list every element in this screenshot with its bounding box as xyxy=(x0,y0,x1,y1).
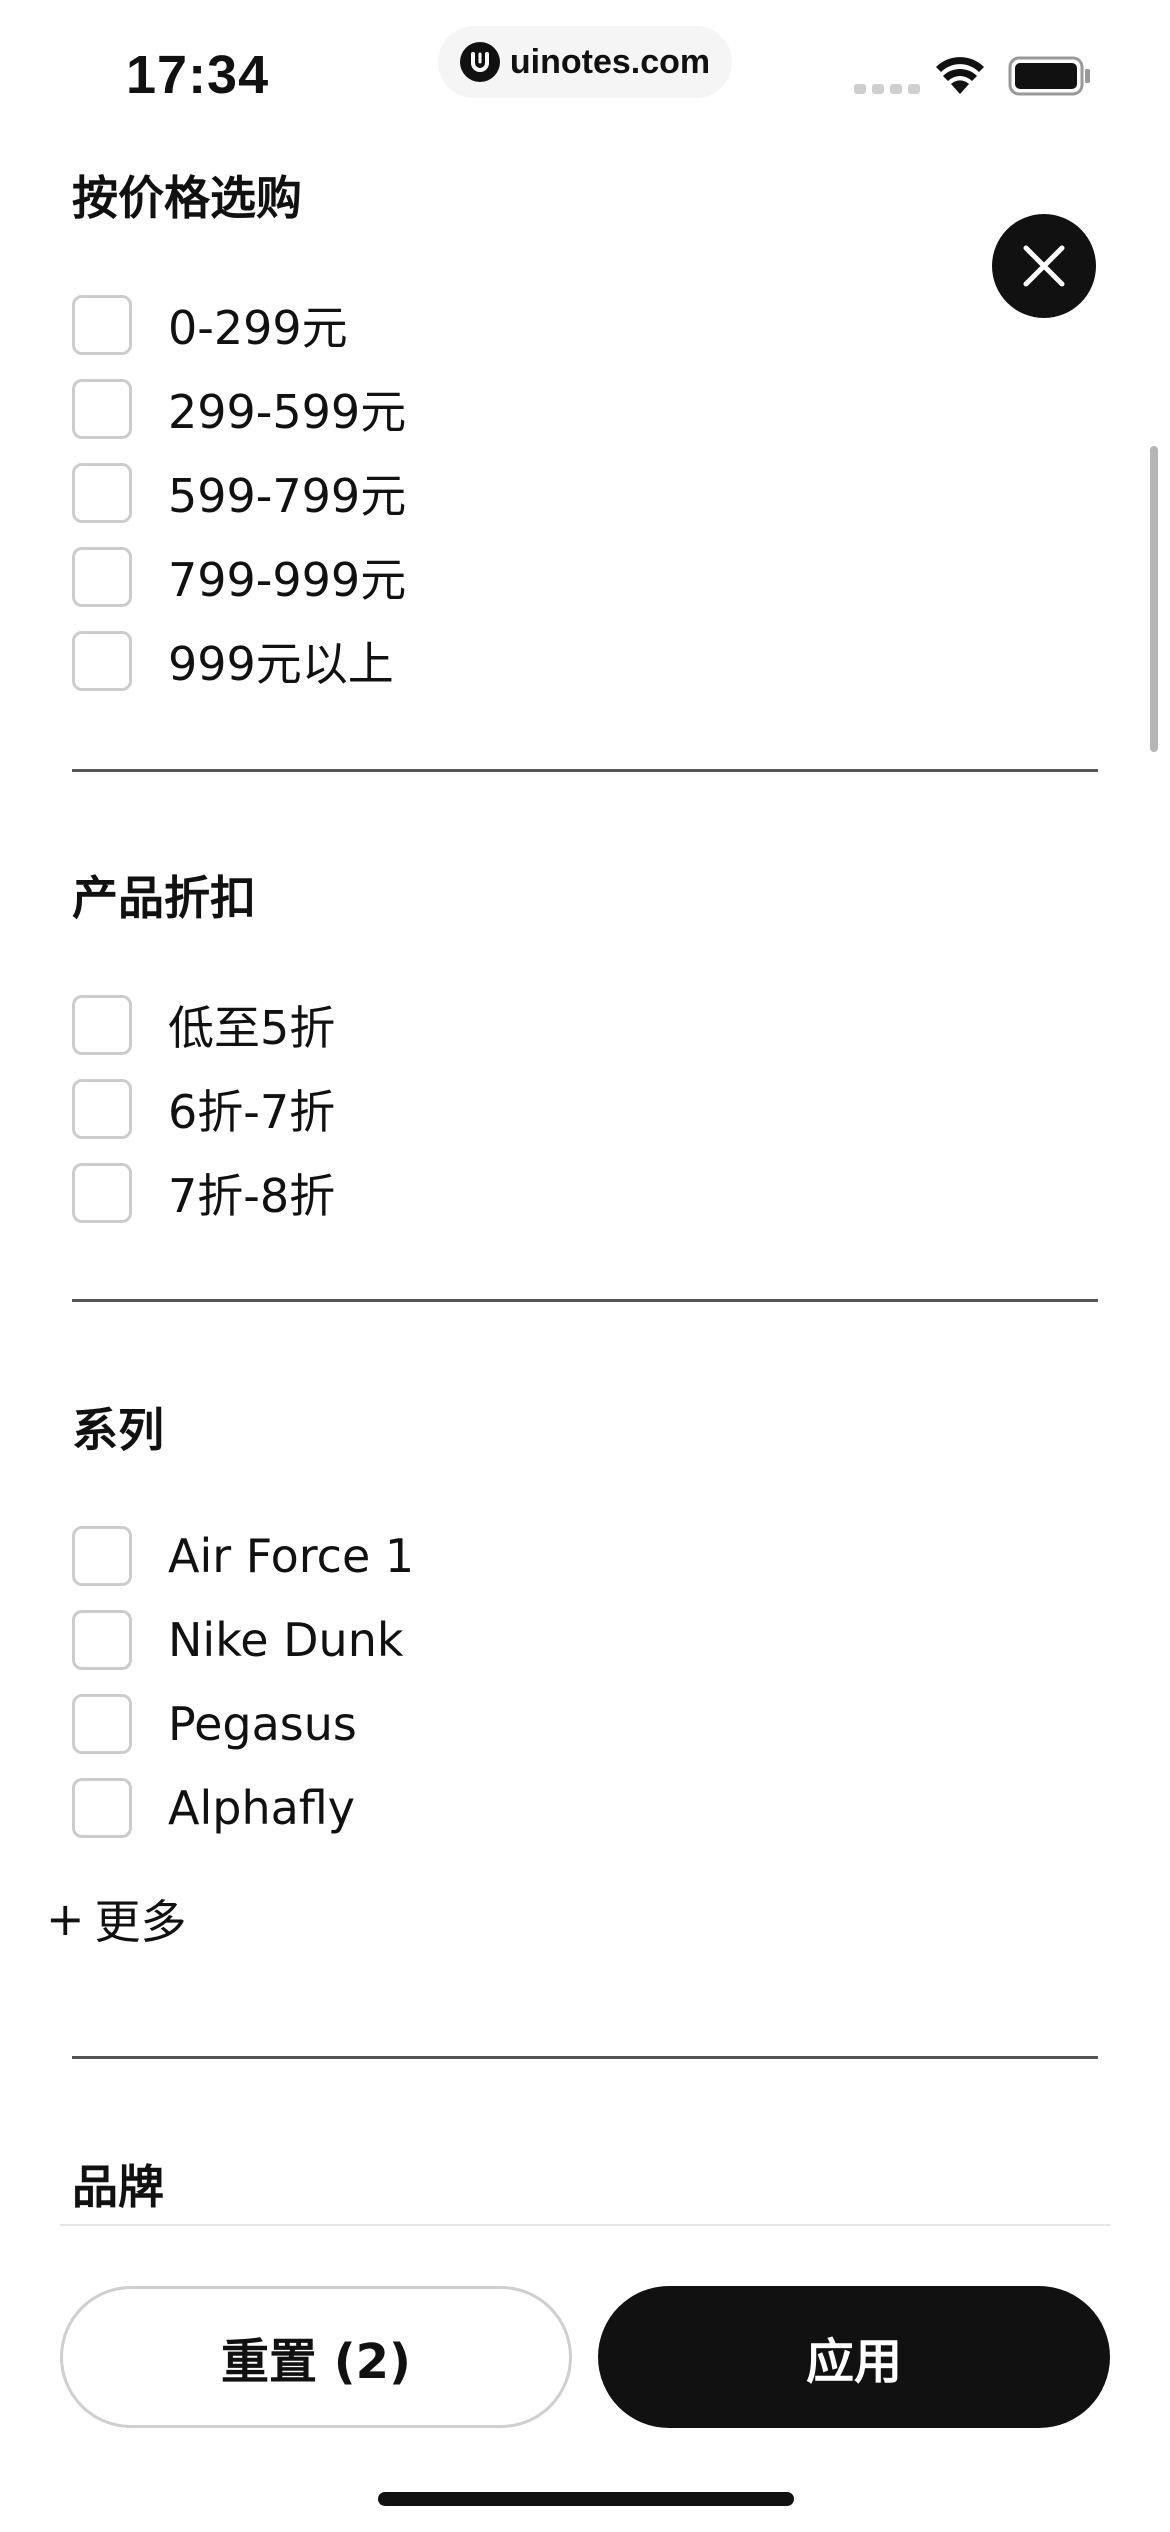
discount-option[interactable]: 6折-7折 xyxy=(72,1078,335,1140)
reset-button[interactable]: 重置 (2) xyxy=(60,2286,572,2428)
checkbox[interactable] xyxy=(72,1778,132,1838)
option-label: 799-999元 xyxy=(168,553,407,607)
section-title-series: 系列 xyxy=(72,1403,164,1457)
series-option[interactable]: Air Force 1 xyxy=(72,1525,414,1587)
option-label: 6折-7折 xyxy=(168,1085,336,1139)
status-time: 17:34 xyxy=(126,45,270,105)
section-title-brand: 品牌 xyxy=(72,2160,164,2214)
option-label: Air Force 1 xyxy=(168,1529,415,1583)
option-label: 低至5折 xyxy=(168,1001,336,1055)
close-button[interactable] xyxy=(992,214,1096,318)
home-indicator xyxy=(378,2492,794,2506)
price-option[interactable]: 599-799元 xyxy=(72,462,406,524)
filter-page: 17:34 uinotes.com 按价格选购 0-299元 299-599元 … xyxy=(0,0,1170,2532)
option-label: 599-799元 xyxy=(168,469,407,523)
series-option[interactable]: Alphafly xyxy=(72,1777,355,1839)
apply-button[interactable]: 应用 xyxy=(598,2286,1110,2428)
checkbox[interactable] xyxy=(72,1694,132,1754)
discount-option[interactable]: 低至5折 xyxy=(72,994,335,1056)
discount-option[interactable]: 7折-8折 xyxy=(72,1162,335,1224)
checkbox[interactable] xyxy=(72,295,132,355)
plus-icon: + xyxy=(46,1892,85,1946)
checkbox[interactable] xyxy=(72,631,132,691)
checkbox[interactable] xyxy=(72,1163,132,1223)
url-text: uinotes.com xyxy=(509,42,711,81)
section-divider xyxy=(72,769,1098,772)
checkbox[interactable] xyxy=(72,547,132,607)
status-bar: 17:34 uinotes.com xyxy=(0,0,1170,150)
section-divider xyxy=(72,1299,1098,1302)
cellular-signal-icon xyxy=(854,84,920,94)
wifi-icon xyxy=(936,57,984,94)
section-title-discount: 产品折扣 xyxy=(72,871,256,925)
checkbox[interactable] xyxy=(72,1526,132,1586)
battery-icon xyxy=(1008,56,1090,96)
scrollbar[interactable] xyxy=(1150,446,1158,752)
option-label: 7折-8折 xyxy=(168,1169,336,1223)
footer-divider xyxy=(60,2224,1110,2226)
checkbox[interactable] xyxy=(72,1610,132,1670)
close-icon xyxy=(1023,245,1065,287)
more-label: 更多 xyxy=(94,1895,187,1949)
checkbox[interactable] xyxy=(72,1079,132,1139)
more-series-link[interactable]: + 更多 xyxy=(46,1886,187,1952)
price-option[interactable]: 299-599元 xyxy=(72,378,406,440)
site-logo-icon xyxy=(459,42,500,82)
section-divider xyxy=(72,2056,1098,2059)
series-option[interactable]: Pegasus xyxy=(72,1693,357,1755)
checkbox[interactable] xyxy=(72,463,132,523)
option-label: 299-599元 xyxy=(168,385,407,439)
series-option[interactable]: Nike Dunk xyxy=(72,1609,403,1671)
checkbox[interactable] xyxy=(72,995,132,1055)
option-label: Alphafly xyxy=(168,1781,355,1835)
checkbox[interactable] xyxy=(72,379,132,439)
option-label: 0-299元 xyxy=(168,301,348,355)
section-title-price: 按价格选购 xyxy=(72,171,302,225)
price-option[interactable]: 999元以上 xyxy=(72,630,394,692)
url-pill[interactable]: uinotes.com xyxy=(438,26,732,98)
price-option[interactable]: 799-999元 xyxy=(72,546,406,608)
option-label: Nike Dunk xyxy=(168,1613,404,1667)
option-label: Pegasus xyxy=(168,1697,357,1751)
option-label: 999元以上 xyxy=(168,637,394,691)
price-option[interactable]: 0-299元 xyxy=(72,294,348,356)
